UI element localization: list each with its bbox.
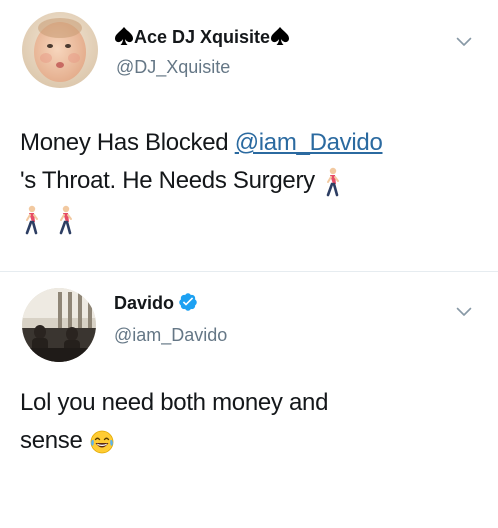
person-walking-icon xyxy=(326,167,340,196)
tweet-ace-dj: Ace DJ Xquisite @DJ_Xquisite Money Has B… xyxy=(0,0,498,272)
spade-icon xyxy=(115,27,133,46)
face-with-tears-of-joy-icon xyxy=(90,430,114,454)
tweet-davido: Davido @iam_Davido Lol you need both mon… xyxy=(0,272,498,528)
person-walking-icon xyxy=(60,205,73,234)
avatar[interactable] xyxy=(22,12,98,88)
display-name-text: Ace DJ Xquisite xyxy=(134,27,271,47)
tweet-text: Money Has Blocked @iam_Davido 's Throat.… xyxy=(20,124,480,238)
chevron-down-icon[interactable] xyxy=(456,307,472,317)
tweet-text-part: Money Has Blocked xyxy=(20,129,235,156)
display-name-text: Davido xyxy=(114,293,175,313)
tweet-text-part: Lol you need both money and xyxy=(20,389,329,416)
user-handle[interactable]: @DJ_Xquisite xyxy=(116,56,230,78)
spade-icon xyxy=(271,27,290,46)
mention-link[interactable]: @iam_Davido xyxy=(235,129,383,156)
display-name[interactable]: Davido xyxy=(114,292,198,314)
display-name[interactable]: Ace DJ Xquisite xyxy=(114,26,290,48)
user-handle[interactable]: @iam_Davido xyxy=(114,324,227,346)
baby-photo-avatar xyxy=(22,12,98,88)
room-photo-avatar xyxy=(22,288,96,362)
person-walking-icon xyxy=(25,205,38,234)
tweet-text: Lol you need both money and sense xyxy=(20,384,480,460)
tweet-text-part: sense xyxy=(20,427,89,454)
tweet-text-part: 's Throat. He Needs Surgery xyxy=(20,167,322,194)
chevron-down-icon[interactable] xyxy=(456,37,472,47)
avatar[interactable] xyxy=(22,288,96,362)
verified-badge-icon xyxy=(179,293,197,311)
